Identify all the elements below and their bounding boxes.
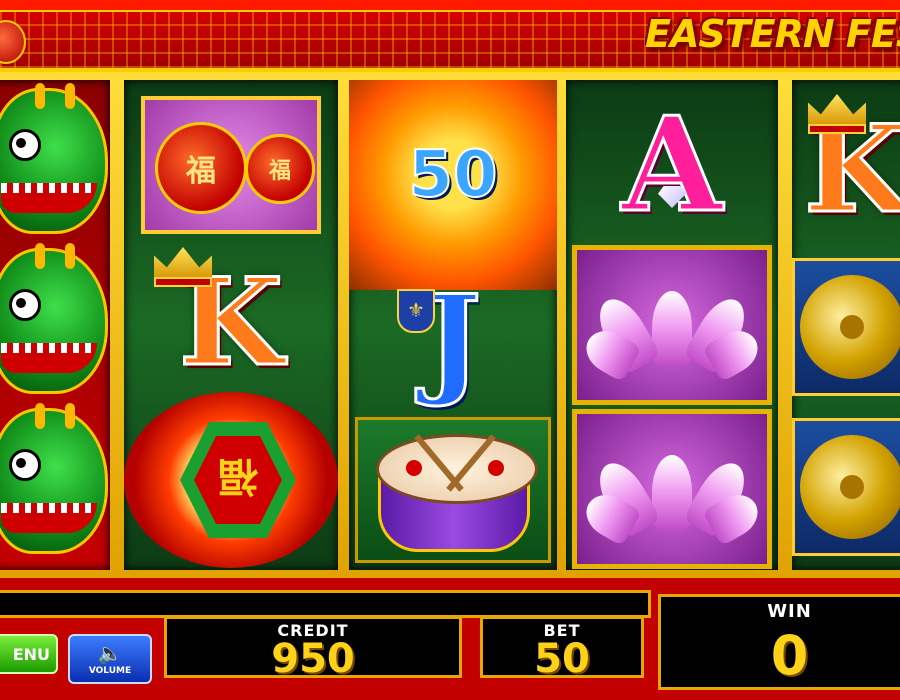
king-symbol: K <box>792 90 900 240</box>
lanterns-symbol: 福 福 <box>124 90 338 240</box>
reel-5: K <box>792 80 900 570</box>
menu-button-label: ENU <box>12 644 50 664</box>
reel-4: A <box>566 80 778 570</box>
reel-1 <box>0 80 110 570</box>
win-label: WIN <box>767 601 812 622</box>
dragon-icon <box>0 83 108 234</box>
credit-meter: CREDIT 950 <box>164 616 462 682</box>
dragon-symbol <box>0 403 110 556</box>
cymbal-icon <box>792 418 900 556</box>
king-symbol: K <box>124 247 338 388</box>
lotus-symbol <box>566 244 778 406</box>
lotus-icon <box>572 245 772 405</box>
bottom-panel: ENU 🔈 VOLUME CREDIT 950 BET 50 WIN 0 <box>0 578 900 700</box>
menu-button[interactable]: ENU <box>0 634 58 674</box>
cymbal-icon <box>792 258 900 396</box>
reel-2: 福 福 K 福 <box>124 80 338 570</box>
win-meter: WIN 0 <box>658 594 900 690</box>
drum-icon <box>355 417 551 563</box>
game-title: EASTERN FES <box>645 12 900 56</box>
firecracker-icon: 福 <box>124 392 338 568</box>
speaker-icon: 🔈 <box>97 640 123 665</box>
dragon-symbol <box>0 243 110 396</box>
ace-symbol: A <box>566 90 778 240</box>
reels-area: 福 福 K 福 50 ⚜ J A K <box>0 72 900 578</box>
volume-button-label: VOLUME <box>88 665 132 676</box>
lotus-icon <box>572 409 772 569</box>
bet-meter[interactable]: BET 50 <box>480 616 644 682</box>
volume-button[interactable]: 🔈 VOLUME <box>68 634 152 684</box>
drum-symbol <box>349 414 557 566</box>
bet-value: 50 <box>534 636 590 682</box>
fu-lantern-icon: 福 <box>155 122 247 214</box>
message-strip <box>0 590 651 618</box>
win-value: 0 <box>770 624 809 687</box>
top-banner: EASTERN FES <box>0 0 900 72</box>
cymbal-symbol <box>792 412 900 562</box>
ace-letter: A <box>620 88 724 241</box>
lanterns-icon: 福 福 <box>141 96 321 234</box>
lotus-symbol <box>566 408 778 570</box>
cymbal-symbol <box>792 252 900 402</box>
fu-inverted-icon: 福 <box>194 436 282 524</box>
fu-lantern-icon: 福 <box>245 134 315 204</box>
lantern-icon <box>0 20 26 64</box>
dragon-symbol <box>0 83 110 236</box>
bonus-value-symbol: 50 <box>349 120 557 230</box>
dragon-icon <box>0 403 108 554</box>
dragon-icon <box>0 243 108 394</box>
firecracker-symbol: 福 <box>124 390 338 570</box>
fleur-de-lis-icon: ⚜ <box>397 289 435 333</box>
bonus-value: 50 <box>407 137 498 213</box>
jack-symbol: ⚜ J <box>349 270 557 410</box>
reel-3: 50 ⚜ J <box>349 80 557 570</box>
credit-value: 950 <box>271 636 355 682</box>
